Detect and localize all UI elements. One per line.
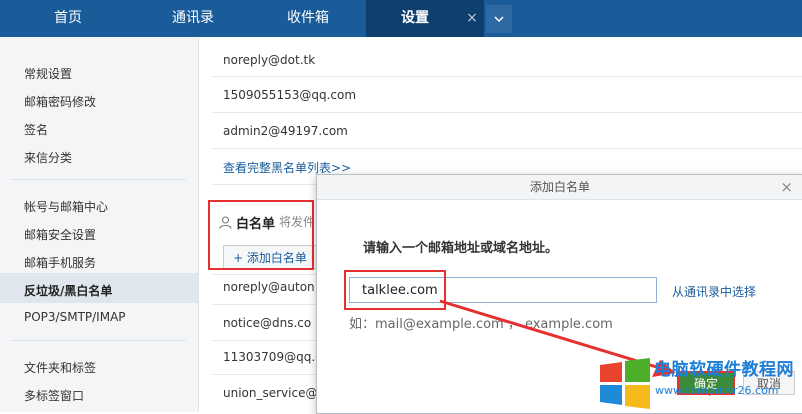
sidebar-item-general[interactable]: 常规设置	[24, 65, 72, 82]
dialog-prompt: 请输入一个邮箱地址或域名地址。	[363, 241, 559, 256]
sidebar-item-pop3[interactable]: POP3/SMTP/IMAP	[24, 310, 126, 324]
highlight-box	[344, 270, 446, 310]
sidebar-item-password[interactable]: 邮箱密码修改	[24, 93, 96, 110]
top-tab-bar: 首页 通讯录 收件箱 设置 ×	[0, 0, 802, 37]
windows-logo-icon	[600, 358, 650, 409]
tab-inbox[interactable]: 收件箱	[250, 0, 366, 37]
tab-settings-label: 设置	[401, 10, 429, 26]
select-from-contacts-link[interactable]: 从通讯录中选择	[672, 283, 756, 300]
input-example-hint: 如：mail@example.com ， example.com	[349, 317, 613, 332]
close-icon[interactable]: ×	[460, 0, 484, 37]
tab-home[interactable]: 首页	[0, 0, 136, 37]
sidebar-divider	[12, 340, 186, 341]
highlight-box	[208, 200, 314, 270]
sidebar-item-multitab[interactable]: 多标签窗口	[24, 387, 84, 404]
sidebar-item-accounts[interactable]: 帐号与邮箱中心	[24, 198, 108, 215]
row-divider	[212, 112, 802, 113]
blacklist-entry: noreply@dot.tk	[223, 53, 316, 67]
watermark-brand: 电脑软硬件教程网	[654, 360, 794, 380]
sidebar-item-signature[interactable]: 签名	[24, 121, 48, 138]
blacklist-entry: 1509055153@qq.com	[223, 88, 357, 102]
blacklist-entry: admin2@49197.com	[223, 124, 348, 138]
settings-sidebar: 常规设置 邮箱密码修改 签名 来信分类 帐号与邮箱中心 邮箱安全设置 邮箱手机服…	[0, 37, 199, 412]
sidebar-item-folders[interactable]: 文件夹和标签	[24, 359, 96, 376]
chevron-down-icon[interactable]	[486, 5, 512, 33]
row-divider	[212, 148, 802, 149]
sidebar-item-antispam[interactable]: 反垃圾/黑白名单	[24, 282, 112, 299]
watermark-url: www.computer26.com	[655, 384, 779, 397]
close-icon[interactable]: ×	[780, 175, 793, 199]
tab-contacts[interactable]: 通讯录	[136, 0, 250, 37]
sidebar-item-mobile[interactable]: 邮箱手机服务	[24, 254, 96, 271]
sidebar-item-mail-rules[interactable]: 来信分类	[24, 149, 72, 166]
sidebar-item-security[interactable]: 邮箱安全设置	[24, 226, 96, 243]
row-divider	[212, 76, 802, 77]
dialog-title: 添加白名单	[317, 175, 802, 200]
sidebar-divider	[12, 179, 186, 180]
